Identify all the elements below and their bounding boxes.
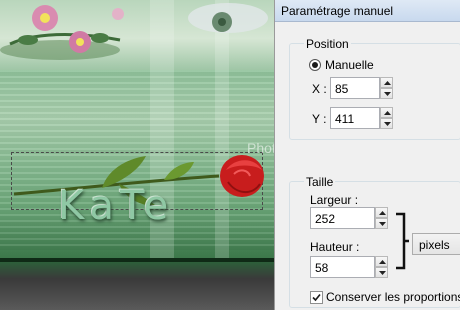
y-label: Y : [312,112,327,126]
y-spin-up-button[interactable] [380,107,393,118]
spin-down-arrow-icon [384,122,391,126]
spin-down-arrow-icon [379,222,386,226]
width-label: Largeur : [310,193,359,207]
y-input[interactable]: 411 [330,107,380,129]
radio-selected-icon [312,62,318,68]
flower-border-image [0,3,268,60]
height-spin-down-button[interactable] [375,267,388,278]
canvas-bottom-frame [0,262,274,310]
spin-up-arrow-icon [379,260,386,264]
spin-down-arrow-icon [384,92,391,96]
y-spin-down-button[interactable] [380,118,393,129]
watermark-text: PhotoFiltreGraphic [247,140,274,156]
width-spinner[interactable] [375,207,388,229]
keep-proportions-label: Conserver les proportions [326,290,460,304]
height-input[interactable]: 58 [310,256,375,278]
x-label: X : [312,82,327,96]
manual-settings-dialog: Paramétrage manuel Position Manuelle X :… [274,0,460,310]
x-spin-up-button[interactable] [380,77,393,88]
height-spinner[interactable] [375,256,388,278]
spin-down-arrow-icon [379,271,386,275]
dialog-title: Paramétrage manuel [275,0,460,22]
kate-text-art: KaTe [58,183,175,229]
keep-proportions-checkbox[interactable] [310,291,323,304]
height-label: Hauteur : [310,240,360,254]
spin-up-arrow-icon [384,111,391,115]
height-spin-up-button[interactable] [375,256,388,267]
bracket-link-icon [396,212,409,270]
spin-up-arrow-icon [379,211,386,215]
unit-select[interactable]: pixels [412,233,460,255]
width-spin-down-button[interactable] [375,218,388,229]
manual-radio-label: Manuelle [325,58,374,72]
y-spinner[interactable] [380,107,393,129]
width-spin-up-button[interactable] [375,207,388,218]
checkmark-icon [312,293,321,302]
x-spinner[interactable] [380,77,393,99]
spin-up-arrow-icon [384,81,391,85]
position-legend: Position [304,37,351,51]
width-input[interactable]: 252 [310,207,375,229]
x-input[interactable]: 85 [330,77,380,99]
manual-radio[interactable] [309,59,321,71]
x-spin-down-button[interactable] [380,88,393,99]
image-canvas[interactable]: KaTe PhotoFiltreGraphic [0,0,274,310]
size-legend: Taille [304,175,336,189]
